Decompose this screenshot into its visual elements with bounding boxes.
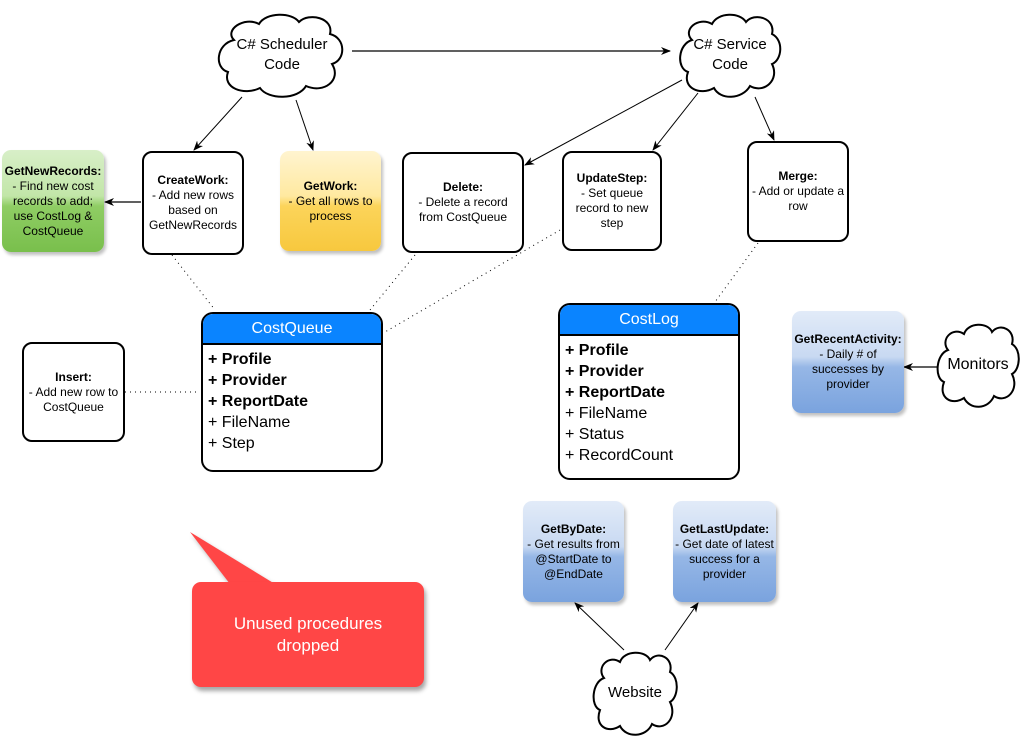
- table-field: + Profile: [565, 342, 629, 359]
- proc-getbydate: GetByDate: - Get results from @StartDate…: [523, 501, 624, 602]
- table-field: + ReportDate: [208, 393, 309, 410]
- table-header: CostQueue: [203, 314, 381, 345]
- table-field: + Status: [565, 426, 625, 443]
- table-costlog: CostLog + Profile + Provider + ReportDat…: [558, 303, 740, 480]
- link-merge-costlog: [714, 242, 759, 303]
- proc-desc: - Find new cost records to add; use Cost…: [12, 178, 94, 238]
- table-field: + Provider: [208, 372, 287, 389]
- proc-creatework: CreateWork: - Add new rows based on GetN…: [142, 151, 244, 255]
- proc-title: GetLastUpdate:: [679, 521, 770, 536]
- edge-service-to-merge: [754, 96, 775, 141]
- edge-website-to-getbydate: [574, 602, 625, 651]
- callout-unused-procedures: Unused procedures dropped: [180, 520, 440, 700]
- edge-scheduler-to-getwork: [295, 99, 314, 151]
- proc-getnewrecords: GetNewRecords: - Find new cost records t…: [2, 150, 104, 252]
- proc-desc: - Add new row to CostQueue: [28, 384, 119, 414]
- table-field: + ReportDate: [565, 384, 666, 401]
- cloud-website: Website: [590, 648, 680, 738]
- table-field: + RecordCount: [565, 447, 674, 464]
- proc-title: Insert:: [55, 369, 92, 384]
- table-field: + Provider: [565, 363, 644, 380]
- link-creatework-costqueue: [171, 254, 216, 311]
- link-delete-costqueue: [369, 254, 416, 311]
- proc-getlastupdate: GetLastUpdate: - Get date of latest succ…: [673, 501, 776, 602]
- proc-desc: - Get all rows to process: [288, 193, 373, 223]
- table-fields: + Profile + Provider + ReportDate + File…: [203, 345, 381, 454]
- table-field: + FileName: [208, 414, 291, 431]
- proc-merge: Merge: - Add or update a row: [747, 141, 849, 242]
- table-field: + FileName: [565, 405, 648, 422]
- cloud-monitors: Monitors: [934, 320, 1022, 410]
- proc-desc: - Get results from @StartDate to @EndDat…: [527, 536, 620, 581]
- cloud-label: C# Scheduler Code: [236, 36, 328, 73]
- edge-website-to-getlastupdate: [664, 602, 699, 651]
- proc-title: CreateWork:: [157, 173, 229, 187]
- cloud-label: Monitors: [947, 356, 1009, 373]
- cloud-label: Website: [608, 684, 662, 701]
- proc-title: UpdateStep:: [576, 171, 648, 185]
- proc-title: GetByDate:: [540, 521, 607, 536]
- proc-title: GetNewRecords:: [4, 163, 102, 178]
- proc-desc: - Get date of latest success for a provi…: [675, 536, 774, 581]
- edge-service-to-updatestep: [652, 92, 699, 151]
- proc-insert: Insert: - Add new row to CostQueue: [22, 342, 125, 442]
- proc-desc: - Delete a record from CostQueue: [418, 195, 508, 224]
- proc-getwork: GetWork: - Get all rows to process: [280, 151, 381, 251]
- proc-updatestep: UpdateStep: - Set queue record to new st…: [562, 151, 662, 251]
- table-fields: + Profile + Provider + ReportDate + File…: [560, 336, 738, 466]
- proc-getrecentactivity: GetRecentActivity: - Daily # of successe…: [792, 311, 904, 413]
- cloud-service: C# Service Code: [676, 10, 784, 100]
- proc-desc: - Add new rows based on GetNewRecords: [148, 188, 238, 232]
- proc-title: GetRecentActivity:: [794, 332, 902, 346]
- proc-delete: Delete: - Delete a record from CostQueue: [402, 152, 524, 253]
- proc-desc: - Set queue record to new step: [575, 186, 649, 230]
- callout-text: Unused procedures dropped: [192, 582, 424, 687]
- cloud-label: C# Service Code: [693, 36, 767, 73]
- table-costqueue: CostQueue + Profile + Provider + ReportD…: [201, 312, 383, 472]
- proc-title: Merge:: [778, 169, 818, 183]
- proc-desc: - Add or update a row: [751, 184, 845, 213]
- cloud-scheduler: C# Scheduler Code: [214, 10, 350, 100]
- proc-title: GetWork:: [303, 178, 358, 193]
- edge-scheduler-to-creatework: [193, 96, 243, 151]
- proc-desc: - Daily # of successes by provider: [811, 347, 885, 391]
- table-field: + Profile: [208, 351, 272, 368]
- proc-title: Delete:: [442, 180, 483, 194]
- table-field: + Step: [208, 435, 255, 452]
- table-header: CostLog: [560, 305, 738, 336]
